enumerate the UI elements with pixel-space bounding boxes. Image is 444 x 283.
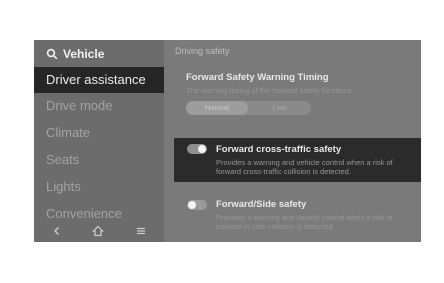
- infotainment-screen: Vehicle Driver assistance Drive mode Cli…: [34, 40, 421, 242]
- back-icon: [54, 227, 59, 235]
- warning-timing-title: Forward Safety Warning Timing: [186, 72, 329, 83]
- warning-timing-description: The warning timing of the forward safety…: [186, 86, 352, 95]
- cross-traffic-toggle[interactable]: [187, 144, 207, 154]
- home-button[interactable]: [91, 224, 105, 238]
- warning-timing-selector: Normal Late: [186, 101, 311, 115]
- side-safety-toggle[interactable]: [187, 200, 207, 210]
- bottom-nav-bar: [34, 220, 164, 242]
- sidebar-item-climate[interactable]: Climate: [34, 120, 164, 146]
- toggle-knob: [198, 145, 206, 153]
- home-icon: [92, 225, 104, 237]
- sidebar-item-driver-assistance[interactable]: Driver assistance: [34, 67, 164, 93]
- sidebar-item-drive-mode[interactable]: Drive mode: [34, 93, 164, 119]
- side-safety-description-line-2: forward or side collision is detected.: [216, 222, 335, 231]
- sidebar-item-lights[interactable]: Lights: [34, 174, 164, 200]
- sidebar-header[interactable]: Vehicle: [46, 46, 104, 62]
- section-title: Driving safety: [175, 46, 230, 56]
- search-icon: [46, 48, 58, 60]
- option-late[interactable]: Late: [249, 101, 311, 115]
- sidebar: Vehicle Driver assistance Drive mode Cli…: [34, 40, 164, 242]
- menu-icon: [137, 227, 145, 235]
- settings-panel: Driving safety Forward Safety Warning Ti…: [164, 40, 421, 242]
- menu-button[interactable]: [134, 224, 148, 238]
- cross-traffic-setting-card[interactable]: Forward cross-traffic safety Provides a …: [174, 138, 421, 182]
- cross-traffic-description-line-2: forward cross-traffic collision is detec…: [216, 167, 351, 176]
- sidebar-item-seats[interactable]: Seats: [34, 147, 164, 173]
- back-button[interactable]: [50, 224, 64, 238]
- option-normal[interactable]: Normal: [186, 101, 248, 115]
- cross-traffic-title: Forward cross-traffic safety: [216, 144, 342, 155]
- side-safety-title: Forward/Side safety: [216, 199, 307, 210]
- sidebar-header-label: Vehicle: [63, 47, 105, 61]
- toggle-knob: [188, 201, 196, 209]
